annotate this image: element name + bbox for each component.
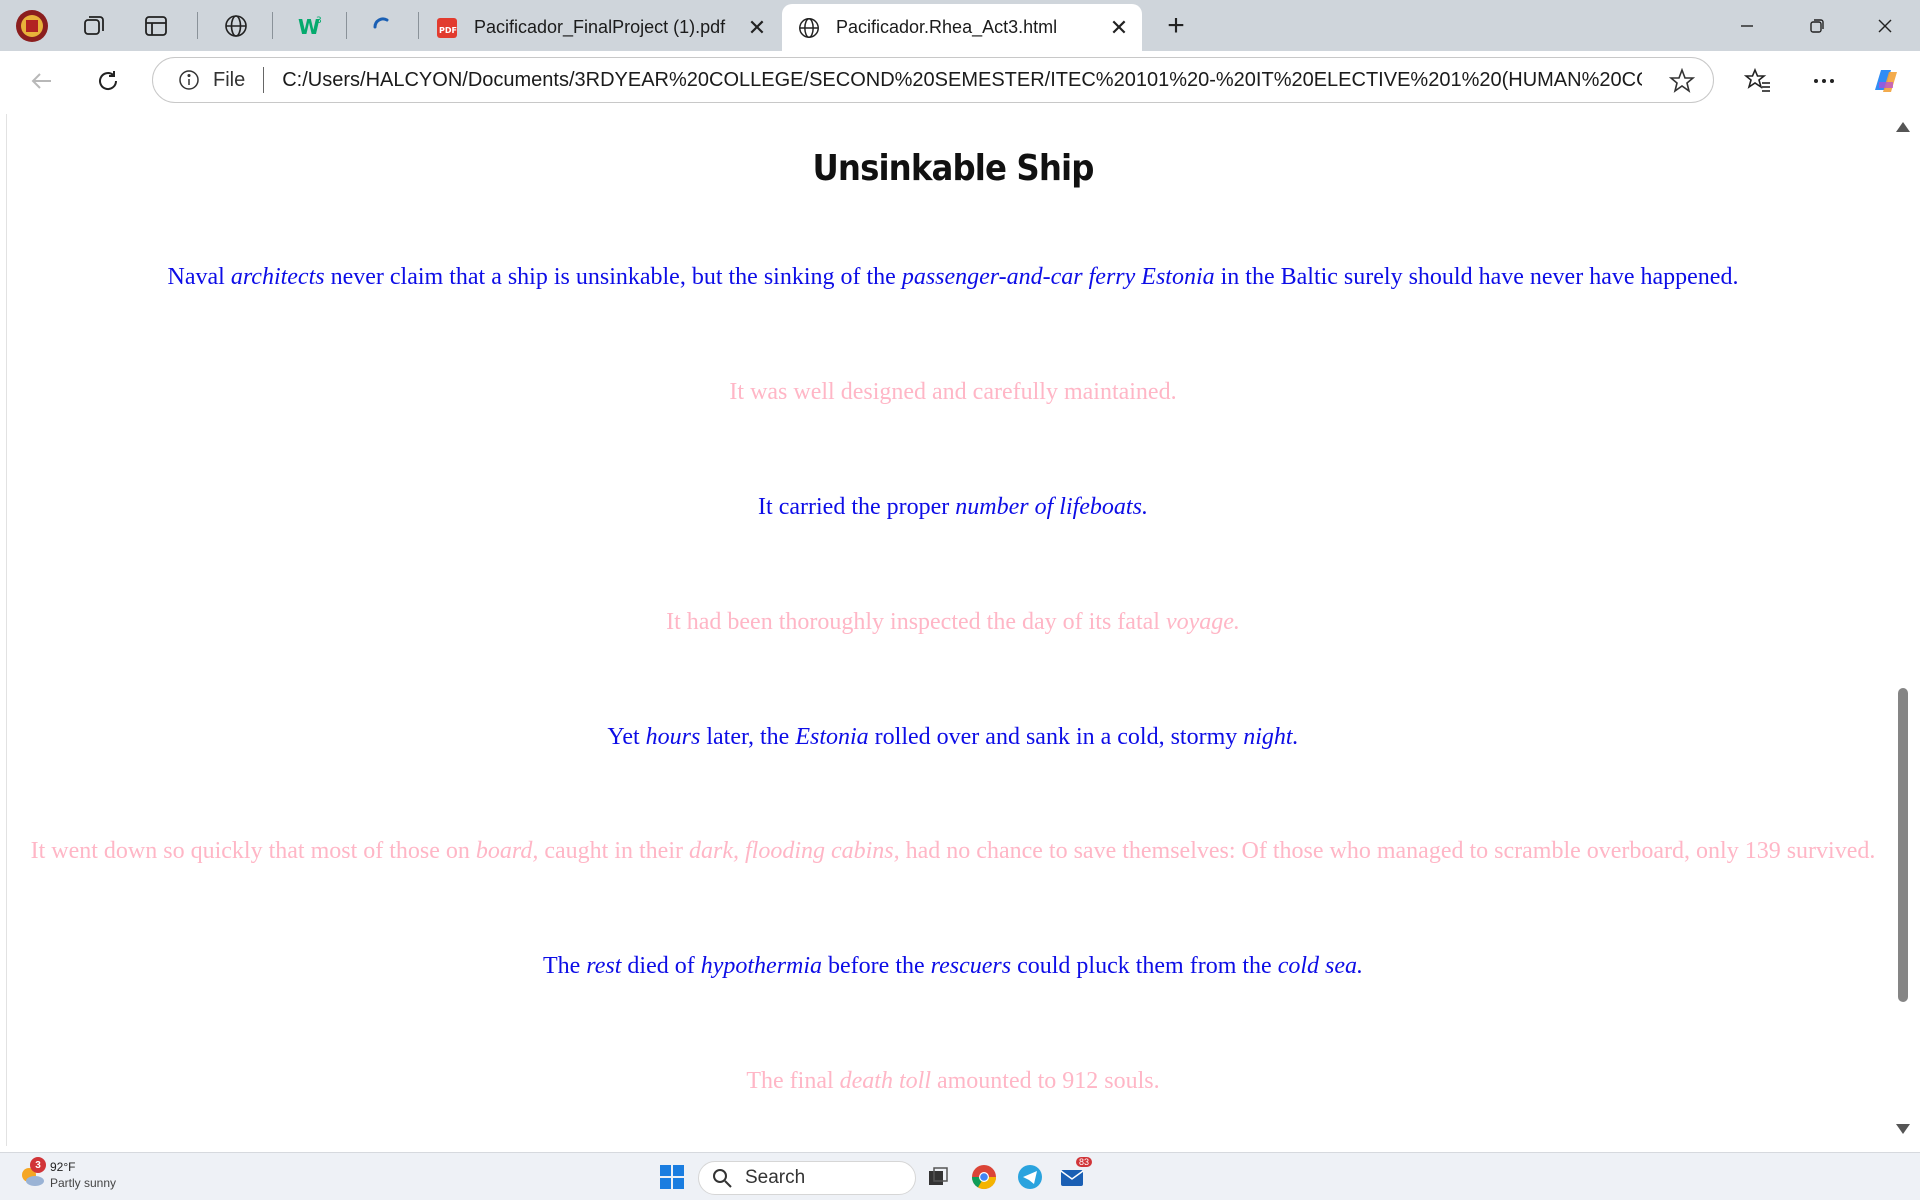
weather-condition: Partly sunny — [50, 1176, 117, 1190]
weather-widget[interactable]: 3 92°F Partly sunny — [18, 1157, 117, 1191]
windows-start-icon[interactable] — [656, 1161, 688, 1193]
text-segment: Yet — [607, 724, 646, 750]
text-segment: It carried the proper — [758, 494, 956, 520]
italic-text: cold sea. — [1277, 953, 1363, 979]
restore-button[interactable] — [1782, 0, 1852, 51]
page-title: Unsinkable Ship — [812, 148, 1095, 189]
scroll-up-arrow-icon[interactable] — [1896, 122, 1910, 132]
italic-text: number of lifeboats. — [955, 494, 1148, 520]
profile-avatar[interactable] — [14, 8, 50, 44]
search-label: Search — [745, 1167, 806, 1188]
italic-text: dark, flooding cabins, — [688, 838, 900, 864]
tab-label: Pacificador_FinalProject (1).pdf — [474, 17, 726, 37]
taskbar: 3 92°F Partly sunny Search 83 — [0, 1152, 1920, 1200]
tab-pdf[interactable]: PDF Pacificador_FinalProject (1).pdf ✕ — [420, 4, 780, 51]
pdf-icon: PDF — [434, 15, 460, 41]
divider — [263, 67, 265, 93]
italic-text: rescuers — [930, 953, 1012, 979]
w3schools-tab-icon[interactable]: W3 — [292, 8, 328, 44]
paragraph-8: The final death toll amounted to 912 sou… — [7, 1068, 1898, 1095]
weather-badge: 3 — [30, 1157, 46, 1173]
text-segment: It went down so quickly that most of tho… — [30, 838, 476, 864]
divider — [418, 12, 419, 39]
paragraph-4: It had been thoroughly inspected the day… — [7, 609, 1898, 636]
page-viewport: Unsinkable Ship Naval architects never c… — [6, 114, 1898, 1146]
paragraph-1: Naval architects never claim that a ship… — [7, 264, 1898, 291]
copilot-icon[interactable] — [1866, 61, 1906, 101]
loading-tab-icon[interactable] — [364, 8, 400, 44]
close-icon[interactable]: ✕ — [1104, 13, 1134, 43]
close-window-button[interactable] — [1850, 0, 1920, 51]
chrome-icon[interactable] — [968, 1161, 1000, 1193]
italic-text: night. — [1243, 724, 1299, 750]
text-segment: The — [542, 953, 587, 979]
tab-html[interactable]: Pacificador.Rhea_Act3.html ✕ — [782, 4, 1142, 51]
refresh-button[interactable] — [88, 61, 128, 101]
globe-tab-icon[interactable] — [218, 8, 254, 44]
italic-text: death toll — [839, 1068, 931, 1094]
close-icon[interactable]: ✕ — [742, 13, 772, 43]
text-segment: amounted to 912 souls. — [930, 1068, 1160, 1094]
vertical-tabs-icon[interactable] — [138, 8, 174, 44]
new-tab-button[interactable]: + — [1158, 8, 1194, 44]
info-icon[interactable] — [177, 68, 201, 92]
address-bar[interactable]: File C:/Users/HALCYON/Documents/3RDYEAR%… — [152, 57, 1714, 103]
favorite-star-icon[interactable] — [1669, 68, 1695, 94]
text-segment: had no chance to save themselves: Of tho… — [899, 838, 1876, 864]
text-segment: The final — [746, 1068, 840, 1094]
back-button[interactable] — [22, 61, 62, 101]
text-segment: died of — [621, 953, 701, 979]
globe-icon — [796, 15, 822, 41]
text-segment: Naval — [167, 264, 231, 290]
tab-label: Pacificador.Rhea_Act3.html — [836, 17, 1058, 37]
text-segment: never claim that a ship is unsinkable, b… — [324, 264, 902, 290]
text-segment: caught in their — [538, 838, 689, 864]
divider — [197, 12, 198, 39]
scheme-label: File — [213, 68, 246, 91]
url-text[interactable]: C:/Users/HALCYON/Documents/3RDYEAR%20COL… — [282, 69, 1642, 92]
task-view-icon[interactable] — [922, 1161, 954, 1193]
text-segment: It had been thoroughly inspected the day… — [666, 609, 1166, 635]
svg-text:3: 3 — [316, 16, 322, 26]
svg-text:PDF: PDF — [439, 26, 457, 35]
paragraph-2: It was well designed and carefully maint… — [7, 379, 1898, 406]
workspaces-icon[interactable] — [76, 8, 112, 44]
text-segment: rolled over and sank in a cold, stormy — [868, 724, 1244, 750]
browser-toolbar: File C:/Users/HALCYON/Documents/3RDYEAR%… — [0, 51, 1920, 111]
text-segment: It was well designed and carefully maint… — [729, 379, 1177, 405]
italic-text: hours — [645, 724, 701, 750]
italic-text: hypothermia — [700, 953, 823, 979]
paragraph-6: It went down so quickly that most of tho… — [7, 838, 1898, 865]
divider — [272, 12, 273, 39]
scroll-down-arrow-icon[interactable] — [1896, 1124, 1910, 1134]
tab-strip: W3 PDF Pacificador_FinalProject (1).pdf … — [0, 0, 1920, 51]
italic-text: architects — [230, 264, 325, 290]
more-options-icon[interactable] — [1804, 61, 1844, 101]
italic-text: Estonia — [795, 724, 869, 750]
text-segment: later, the — [700, 724, 796, 750]
search-icon — [713, 1169, 732, 1188]
weather-temp: 92°F — [50, 1160, 76, 1174]
paragraph-5: Yet hours later, the Estonia rolled over… — [7, 724, 1898, 751]
partly-sunny-icon: 3 — [18, 1157, 46, 1189]
favorites-icon[interactable] — [1738, 61, 1778, 101]
taskbar-search[interactable]: Search — [698, 1161, 916, 1195]
italic-text: board, — [475, 838, 539, 864]
italic-text: voyage. — [1165, 609, 1240, 635]
text-segment: before the — [822, 953, 931, 979]
italic-text: passenger-and-car ferry Estonia — [901, 264, 1215, 290]
paragraph-7: The rest died of hypothermia before the … — [7, 953, 1898, 980]
italic-text: rest — [586, 953, 622, 979]
scrollbar-thumb[interactable] — [1898, 688, 1908, 1002]
minimize-button[interactable] — [1712, 0, 1782, 51]
text-segment: could pluck them from the — [1011, 953, 1278, 979]
telegram-icon[interactable] — [1014, 1161, 1046, 1193]
divider — [346, 12, 347, 39]
text-segment: in the Baltic surely should have never h… — [1214, 264, 1739, 290]
paragraph-3: It carried the proper number of lifeboat… — [7, 494, 1898, 521]
